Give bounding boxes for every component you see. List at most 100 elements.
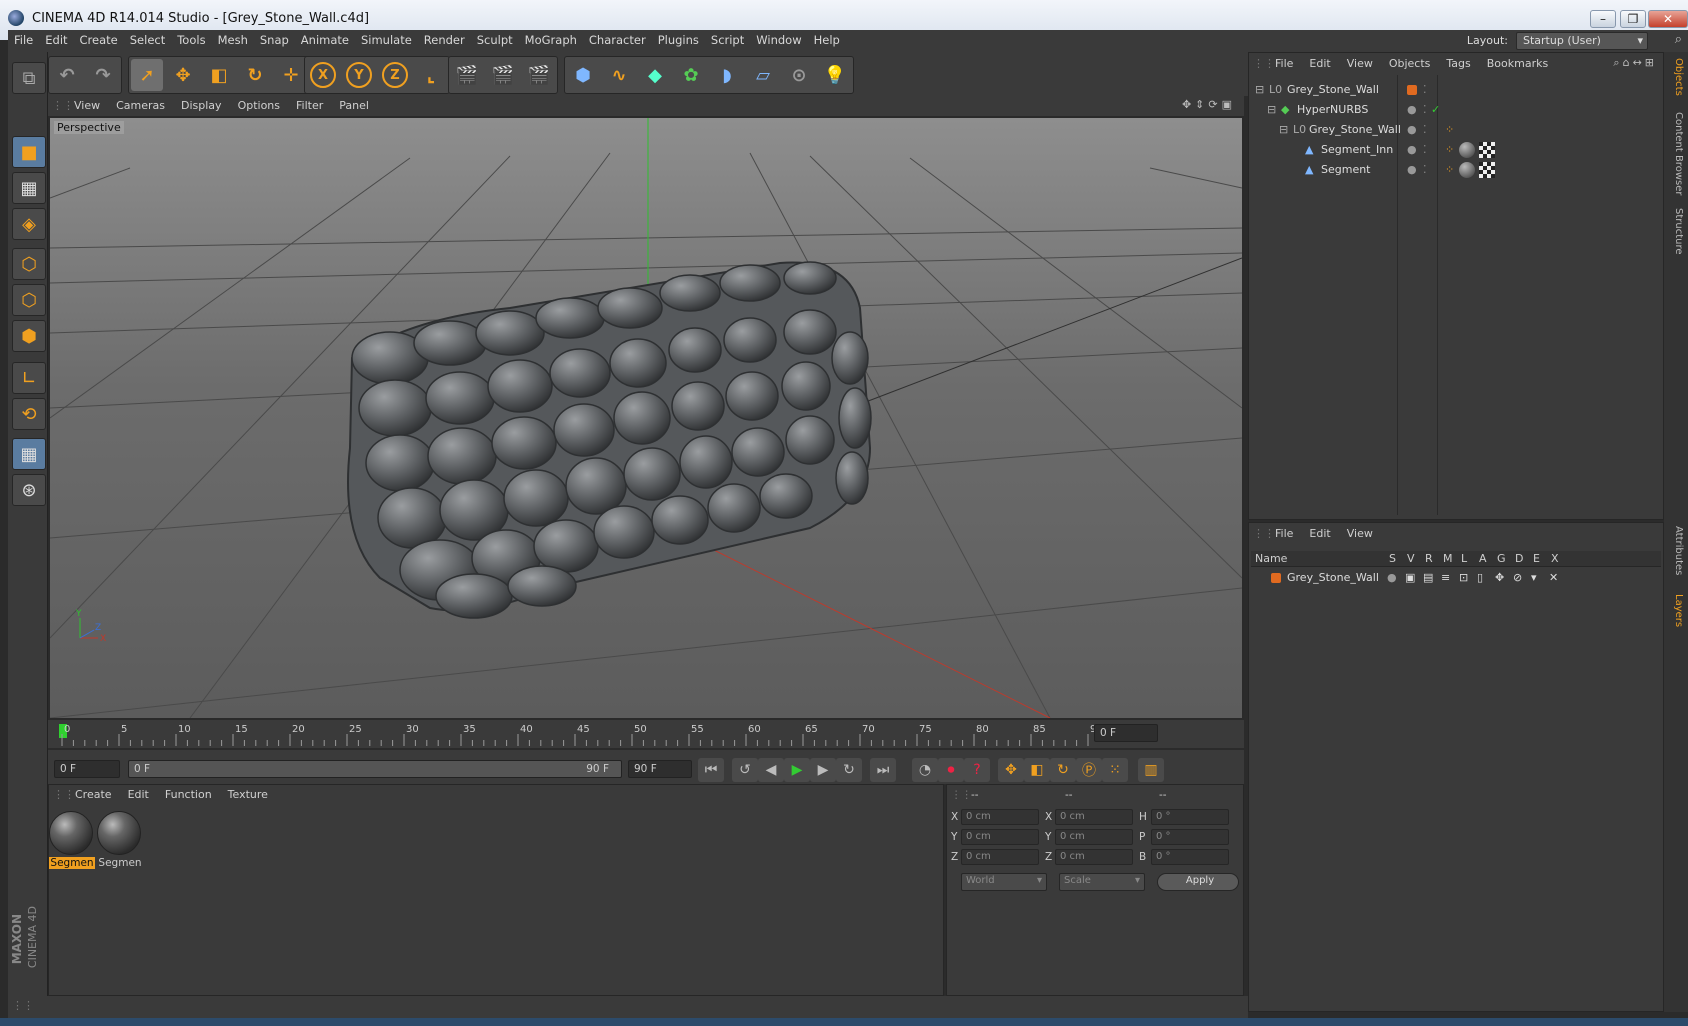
- autokey-icon[interactable]: ◔: [912, 758, 938, 782]
- lock-workplane-icon[interactable]: ⊛: [12, 474, 46, 506]
- minimize-button[interactable]: –: [1590, 10, 1616, 28]
- menu-animate[interactable]: Animate: [295, 30, 355, 50]
- menu-plugins[interactable]: Plugins: [652, 30, 705, 50]
- menu-sculpt[interactable]: Sculpt: [471, 30, 519, 50]
- material-tag-icon[interactable]: [1459, 162, 1475, 178]
- expressions-icon[interactable]: ▾: [1531, 569, 1537, 587]
- generators-icon[interactable]: ✥: [1495, 569, 1504, 587]
- workplane-icon[interactable]: ◈: [12, 208, 46, 240]
- polygons-mode-icon[interactable]: ⬢: [12, 320, 46, 352]
- viewport-menu-filter[interactable]: Filter: [288, 96, 331, 115]
- enabled-check-icon[interactable]: ✓: [1431, 101, 1440, 119]
- visibility-dots-icon[interactable]: ⁚: [1423, 161, 1427, 179]
- layer-row[interactable]: Grey_Stone_Wall ● ▣ ▤ ≡ ⊡ ▯ ✥ ⊘ ▾ ✕: [1251, 569, 1661, 587]
- object-row[interactable]: ▲ Segment ● ⁚ ⁘: [1251, 161, 1661, 179]
- model-mode-icon[interactable]: ■: [12, 136, 46, 168]
- material-menu-create[interactable]: Create: [67, 785, 120, 804]
- floor-icon[interactable]: ▱: [747, 59, 779, 91]
- tab-structure[interactable]: Structure: [1668, 208, 1684, 255]
- timeline-ruler[interactable]: 051015202530354045505560657075808590 0 F: [48, 720, 1244, 748]
- search-icon[interactable]: ⌕: [1675, 32, 1682, 47]
- lock-icon[interactable]: ⊡: [1459, 569, 1468, 587]
- uvw-tag-icon[interactable]: [1479, 162, 1495, 178]
- expand-icon[interactable]: ⊟: [1279, 121, 1288, 139]
- previous-key-icon[interactable]: ↺: [732, 758, 758, 782]
- layer-col-solo[interactable]: S: [1389, 552, 1396, 565]
- x-axis-icon[interactable]: X: [310, 62, 336, 88]
- menu-character[interactable]: Character: [583, 30, 652, 50]
- editor-visibility-dot[interactable]: ●: [1407, 141, 1417, 159]
- editor-visibility-dot[interactable]: ●: [1407, 101, 1417, 119]
- manager-icon[interactable]: ≡: [1441, 569, 1450, 587]
- material-menu-function[interactable]: Function: [157, 785, 220, 804]
- tab-attributes[interactable]: Attributes: [1668, 526, 1684, 575]
- drag-handle-icon[interactable]: ⋮⋮: [1253, 57, 1275, 70]
- live-selection-icon[interactable]: ➚: [131, 59, 163, 91]
- axis-mode-icon[interactable]: ∟: [12, 362, 46, 394]
- material-thumb-1[interactable]: [49, 811, 93, 855]
- object-menu-bookmarks[interactable]: Bookmarks: [1479, 53, 1556, 74]
- layer-col-generators[interactable]: G: [1497, 552, 1506, 565]
- key-position-icon[interactable]: ✥: [998, 758, 1024, 782]
- drag-handle-icon[interactable]: ⋮⋮: [951, 789, 972, 801]
- deformers-icon[interactable]: ⊘: [1513, 569, 1522, 587]
- material-tag-icon[interactable]: [1459, 142, 1475, 158]
- edges-mode-icon[interactable]: ⬡: [12, 284, 46, 316]
- close-button[interactable]: ✕: [1648, 10, 1688, 28]
- restore-button[interactable]: ❐: [1620, 10, 1646, 28]
- menu-edit[interactable]: Edit: [39, 30, 73, 50]
- visibility-dots-icon[interactable]: ⁚: [1423, 121, 1427, 139]
- rotate-icon[interactable]: ↻: [239, 59, 271, 91]
- tab-layers[interactable]: Layers: [1668, 594, 1684, 627]
- cube-icon[interactable]: ⬢: [567, 59, 599, 91]
- viewport-menu-cameras[interactable]: Cameras: [108, 96, 173, 115]
- material-menu-edit[interactable]: Edit: [120, 785, 157, 804]
- menu-mograph[interactable]: MoGraph: [519, 30, 583, 50]
- object-menu-edit[interactable]: Edit: [1301, 53, 1338, 74]
- layer-col-xref[interactable]: X: [1551, 552, 1559, 565]
- menu-mesh[interactable]: Mesh: [212, 30, 254, 50]
- visibility-dots-icon[interactable]: ⁚: [1423, 101, 1427, 119]
- viewport-menu-view[interactable]: View: [66, 96, 108, 115]
- layer-menu-file[interactable]: File: [1267, 523, 1301, 544]
- layer-col-manager[interactable]: M: [1443, 552, 1453, 565]
- key-parameter-icon[interactable]: Ⓟ: [1076, 758, 1102, 782]
- drag-handle-icon[interactable]: ⋮⋮: [52, 99, 74, 112]
- material-label-2[interactable]: Segmen: [97, 857, 143, 869]
- editor-visibility-dot[interactable]: ●: [1407, 161, 1417, 179]
- viewport-nav-icons[interactable]: ✥⇕⟳▣: [1182, 98, 1236, 111]
- expand-icon[interactable]: ⊟: [1267, 101, 1276, 119]
- layer-col-expressions[interactable]: E: [1533, 552, 1540, 565]
- object-toolbar-icons[interactable]: ⌕⌂↔⊞: [1613, 56, 1657, 70]
- size-z-field[interactable]: 0 cm: [1055, 849, 1133, 865]
- layer-col-locked[interactable]: L: [1461, 552, 1467, 565]
- uvw-tag-icon[interactable]: [1479, 142, 1495, 158]
- spline-icon[interactable]: ∿: [603, 59, 635, 91]
- last-tool-icon[interactable]: ✛: [275, 59, 307, 91]
- size-mode-select[interactable]: Scale ▾: [1059, 873, 1145, 891]
- scale-icon[interactable]: ◧: [203, 59, 235, 91]
- menu-tools[interactable]: Tools: [171, 30, 211, 50]
- tag-dots-icon[interactable]: ⁘: [1445, 161, 1454, 179]
- size-x-field[interactable]: 0 cm: [1055, 809, 1133, 825]
- layer-menu-view[interactable]: View: [1339, 523, 1381, 544]
- object-menu-objects[interactable]: Objects: [1381, 53, 1439, 74]
- tab-objects[interactable]: Objects: [1668, 58, 1684, 96]
- undo-icon[interactable]: ↶: [51, 59, 83, 91]
- rotation-b-field[interactable]: 0 °: [1151, 849, 1229, 865]
- go-to-start-icon[interactable]: ⏮: [698, 758, 724, 782]
- material-menu-texture[interactable]: Texture: [220, 785, 276, 804]
- object-row[interactable]: ⊟ ◆ HyperNURBS ● ⁚ ✓: [1251, 101, 1661, 119]
- menu-simulate[interactable]: Simulate: [355, 30, 418, 50]
- object-row[interactable]: ▲ Segment_Inn ● ⁚ ⁘: [1251, 141, 1661, 159]
- object-row[interactable]: ⊟ L0 Grey_Stone_Wall ● ⁚ ⁘: [1251, 121, 1661, 139]
- mograph-icon[interactable]: ✿: [675, 59, 707, 91]
- size-y-field[interactable]: 0 cm: [1055, 829, 1133, 845]
- tweak-icon[interactable]: ⟲: [12, 398, 46, 430]
- drag-handle-icon[interactable]: ⋮⋮: [1253, 527, 1275, 540]
- points-mode-icon[interactable]: ⬡: [12, 248, 46, 280]
- tab-content-browser[interactable]: Content Browser: [1668, 112, 1684, 195]
- end-frame-field[interactable]: 90 F: [628, 760, 692, 778]
- object-menu-file[interactable]: File: [1267, 53, 1301, 74]
- current-frame-field[interactable]: 0 F: [1094, 724, 1158, 742]
